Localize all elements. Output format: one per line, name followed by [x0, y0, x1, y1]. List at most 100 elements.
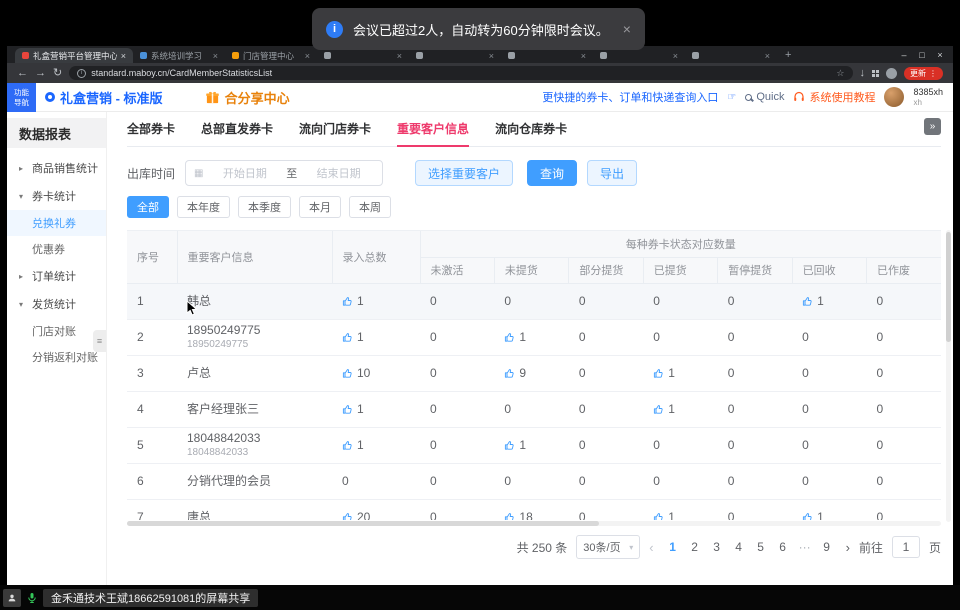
function-nav-line2: 导航 — [14, 98, 29, 108]
profile-avatar[interactable] — [886, 68, 897, 79]
count-value: 1 — [668, 402, 675, 416]
new-tab-button[interactable]: + — [785, 49, 791, 61]
tab-close-icon[interactable]: × — [305, 51, 310, 61]
horizontal-scrollbar-thumb[interactable] — [127, 521, 599, 526]
minimize-button[interactable]: – — [895, 50, 913, 60]
participant-icon[interactable] — [3, 589, 21, 607]
page-number[interactable]: 2 — [685, 540, 705, 554]
content-tab[interactable]: 流向仓库券卡 — [495, 120, 567, 146]
export-button[interactable]: 导出 — [587, 160, 637, 186]
sidebar-item-label: 商品销售统计 — [32, 160, 98, 176]
row-number-cell: 6 — [127, 463, 177, 499]
page-number[interactable]: 5 — [751, 540, 771, 554]
browser-tab[interactable]: × — [593, 48, 685, 63]
select-customer-button[interactable]: 选择重要客户 — [415, 160, 513, 186]
customer-name: 卢总 — [187, 366, 332, 380]
page-number[interactable]: 6 — [773, 540, 793, 554]
menu-kebab-icon[interactable]: ⋮ — [929, 69, 937, 78]
customer-sub: 18048842033 — [187, 447, 332, 459]
gift-icon — [205, 90, 220, 105]
function-nav-button[interactable]: 功能 导航 — [7, 83, 36, 112]
sidebar-subitem[interactable]: 门店对账 — [7, 318, 106, 344]
start-date-input[interactable]: 开始日期 — [209, 165, 280, 181]
forward-icon[interactable]: → — [35, 68, 46, 79]
count-value: 1 — [519, 438, 526, 452]
browser-tab[interactable]: × — [501, 48, 593, 63]
end-date-input[interactable]: 结束日期 — [303, 165, 374, 181]
quick-search[interactable]: Quick — [745, 91, 784, 103]
col-header-group: 每种券卡状态对应数量 — [420, 231, 941, 257]
sidebar-collapse-handle[interactable]: ≡ — [93, 330, 106, 352]
tab-close-icon[interactable]: × — [489, 51, 494, 61]
page-number[interactable]: 1 — [663, 540, 683, 554]
browser-tab[interactable]: × — [409, 48, 501, 63]
content-tab[interactable]: 全部券卡 — [127, 120, 175, 146]
tab-close-icon[interactable]: × — [213, 51, 218, 61]
prev-page-button[interactable]: ‹ — [649, 540, 653, 555]
sidebar-item[interactable]: ▾券卡统计 — [7, 182, 106, 210]
sidebar-subitem[interactable]: 优惠券 — [7, 236, 106, 262]
goto-page-input[interactable]: 1 — [892, 536, 920, 558]
tab-close-icon[interactable]: × — [397, 51, 402, 61]
vertical-scrollbar[interactable] — [946, 230, 951, 522]
browser-tab[interactable]: 礼盒营销平台管理中心× — [15, 48, 133, 63]
browser-tab[interactable]: × — [317, 48, 409, 63]
tab-close-icon[interactable]: × — [765, 51, 770, 61]
refresh-icon[interactable]: ↻ — [53, 68, 62, 79]
tab-close-icon[interactable]: × — [121, 51, 126, 61]
tutorial-link[interactable]: 系统使用教程 — [793, 89, 875, 105]
quick-filter-chip[interactable]: 本季度 — [238, 196, 291, 218]
tab-close-icon[interactable]: × — [673, 51, 678, 61]
card-count-icon — [653, 404, 664, 415]
microphone-icon[interactable] — [26, 592, 38, 604]
page-number[interactable]: 3 — [707, 540, 727, 554]
page-ellipsis[interactable]: ··· — [795, 540, 815, 554]
sidebar-subitem[interactable]: 兑换礼券 — [7, 210, 106, 236]
tab-close-icon[interactable]: × — [581, 51, 586, 61]
sidebar-item[interactable]: ▸商品销售统计 — [7, 154, 106, 182]
browser-tab[interactable]: 门店管理中心× — [225, 48, 317, 63]
close-button[interactable]: × — [931, 50, 949, 60]
sidebar-title: 数据报表 — [7, 118, 106, 148]
maximize-button[interactable]: □ — [913, 50, 931, 60]
user-avatar[interactable] — [884, 87, 904, 107]
count-cell: 18 — [494, 499, 568, 520]
content-tab[interactable]: 流向门店券卡 — [299, 120, 371, 146]
quick-entry-link[interactable]: 更快捷的券卡、订单和快递查询入口 — [542, 89, 718, 105]
share-center-link[interactable]: 合分享中心 — [205, 88, 290, 107]
vertical-scrollbar-thumb[interactable] — [946, 232, 951, 342]
update-button[interactable]: 更新 ⋮ — [904, 67, 943, 80]
quick-filter-chip[interactable]: 本周 — [349, 196, 391, 218]
extensions-icon[interactable] — [872, 70, 879, 77]
address-bar[interactable]: i standard.maboy.cn/CardMemberStatistics… — [69, 66, 852, 80]
next-page-button[interactable]: › — [846, 540, 850, 555]
browser-tab[interactable]: × — [685, 48, 777, 63]
page-size-select[interactable]: 30条/页 ▾ — [576, 535, 640, 559]
sidebar-item[interactable]: ▾发货统计 — [7, 290, 106, 318]
content-tab[interactable]: 总部直发券卡 — [201, 120, 273, 146]
date-range-picker[interactable]: ▦ 开始日期 至 结束日期 — [185, 160, 383, 186]
sidebar-subitem[interactable]: 分销返利对账 — [7, 344, 106, 370]
download-icon[interactable]: ↓ — [860, 68, 866, 79]
quick-filter-chip[interactable]: 本年度 — [177, 196, 230, 218]
bookmark-star-icon[interactable]: ☆ — [836, 68, 844, 79]
page-number[interactable]: 4 — [729, 540, 749, 554]
row-number-cell: 3 — [127, 355, 177, 391]
sidebar-item[interactable]: ▸订单统计 — [7, 262, 106, 290]
horizontal-scrollbar[interactable] — [127, 521, 941, 526]
customer-cell: 分销代理的会员 — [177, 463, 332, 499]
quick-filter-chip[interactable]: 全部 — [127, 196, 169, 218]
total-count: 共 250 条 — [517, 539, 568, 556]
site-info-icon[interactable]: i — [77, 69, 86, 78]
count-value: 0 — [728, 294, 735, 308]
content-tab[interactable]: 重要客户信息 — [397, 120, 469, 147]
back-icon[interactable]: ← — [17, 68, 28, 79]
count-cell: 0 — [792, 319, 866, 355]
page-number[interactable]: 9 — [817, 540, 837, 554]
banner-close-icon[interactable]: × — [623, 21, 631, 37]
panel-collapse-button[interactable]: » — [924, 118, 941, 135]
browser-tab[interactable]: 系统培训学习× — [133, 48, 225, 63]
quick-filter-chip[interactable]: 本月 — [299, 196, 341, 218]
search-button[interactable]: 查询 — [527, 160, 577, 186]
app-logo: 礼盒营销 - 标准版 — [45, 88, 163, 107]
